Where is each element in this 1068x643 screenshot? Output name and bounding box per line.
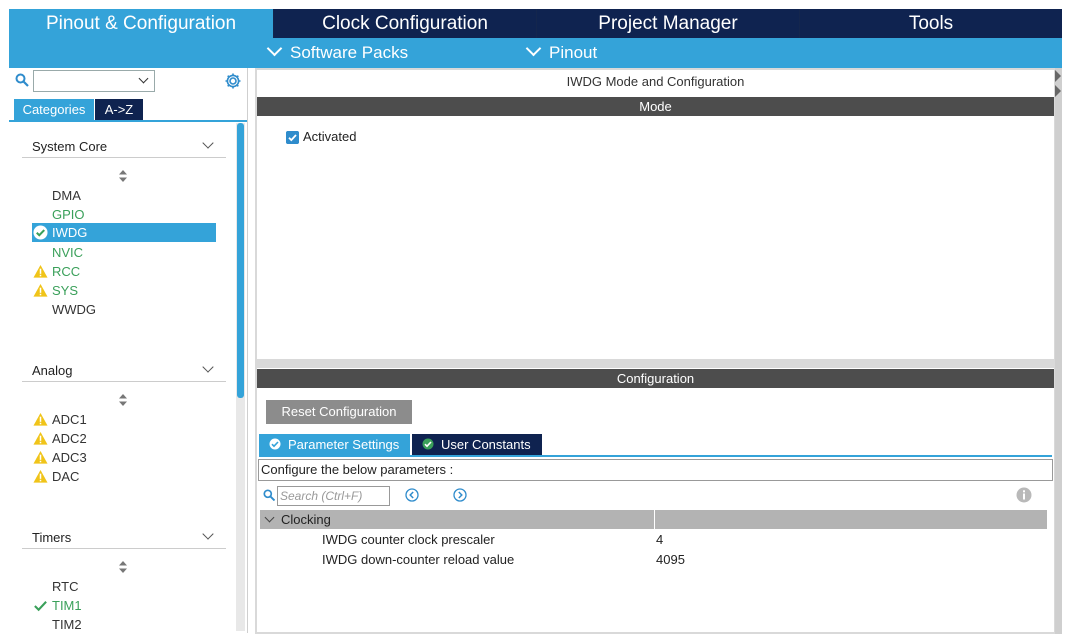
chevron-down-icon [264, 512, 275, 523]
pinout-label: Pinout [549, 43, 598, 62]
parameter-search-input[interactable]: Search (Ctrl+F) [277, 486, 390, 506]
gear-icon[interactable] [224, 72, 242, 90]
chevron-right-icon[interactable] [1055, 85, 1061, 97]
panel-title: IWDG Mode and Configuration [566, 74, 745, 89]
parameters-description: Configure the below parameters : [258, 459, 1053, 481]
top-tab-bar: Pinout & Configuration Clock Configurati… [9, 9, 1062, 38]
warning-icon [33, 450, 48, 464]
list-item-sys[interactable]: SYS [32, 281, 216, 300]
list-item-rcc[interactable]: RCC [32, 262, 216, 281]
param-value[interactable]: 4 [656, 530, 663, 550]
check-circle-icon [422, 438, 434, 450]
param-name: IWDG counter clock prescaler [322, 532, 495, 547]
info-icon[interactable] [1016, 487, 1032, 503]
tab-parameter-settings[interactable]: Parameter Settings [259, 434, 410, 455]
list-item-tim2[interactable]: TIM2 [32, 615, 216, 631]
list-item-dac[interactable]: DAC [32, 467, 216, 486]
chevron-down-icon [525, 40, 542, 57]
software-packs-label: Software Packs [290, 43, 409, 62]
software-packs-menu[interactable]: Software Packs [266, 38, 409, 68]
search-icon [263, 489, 275, 501]
tab-clock-configuration[interactable]: Clock Configuration [274, 9, 536, 38]
tab-user-constants[interactable]: User Constants [412, 434, 542, 455]
group-analog[interactable]: Analog [22, 361, 226, 382]
pinout-menu[interactable]: Pinout [525, 38, 598, 68]
check-circle-icon [269, 438, 281, 450]
list-item-tim1[interactable]: TIM1 [32, 596, 216, 615]
chevron-right-icon[interactable] [1055, 70, 1061, 82]
tab-project-manager[interactable]: Project Manager [537, 9, 799, 38]
list-item-adc3[interactable]: ADC3 [32, 448, 216, 467]
scrollbar-thumb[interactable] [237, 123, 244, 398]
reset-configuration-button[interactable]: Reset Configuration [266, 400, 412, 424]
chevron-down-icon [138, 73, 149, 84]
list-item-dma[interactable]: DMA [32, 186, 216, 205]
next-match-icon[interactable] [453, 488, 467, 502]
chevron-down-icon [202, 361, 214, 373]
previous-match-icon[interactable] [405, 488, 419, 502]
tab-pinout-configuration[interactable]: Pinout & Configuration [9, 9, 273, 38]
list-item-gpio[interactable]: GPIO [32, 205, 216, 224]
side-collapse-strip[interactable] [1055, 68, 1062, 634]
chevron-down-icon [202, 137, 214, 149]
tab-tools[interactable]: Tools [800, 9, 1062, 38]
chevron-down-icon [266, 40, 283, 57]
tab-underline [9, 120, 247, 122]
group-label: System Core [32, 139, 108, 154]
mode-header: Mode [257, 97, 1054, 116]
table-row[interactable]: IWDG counter clock prescaler 4 [260, 530, 1047, 550]
search-icon [15, 73, 29, 87]
warning-icon [33, 431, 48, 445]
sort-icon[interactable] [118, 394, 128, 406]
tab-categories[interactable]: Categories [14, 99, 94, 120]
warning-icon [33, 412, 48, 426]
column-divider [654, 510, 655, 529]
group-system-core[interactable]: System Core [22, 137, 226, 158]
group-row-clocking[interactable]: Clocking [260, 510, 1047, 529]
list-item-wwdg[interactable]: WWDG [32, 300, 216, 319]
check-circle-icon [33, 225, 48, 240]
sort-icon[interactable] [118, 170, 128, 182]
group-timers[interactable]: Timers [22, 528, 226, 549]
list-item-adc2[interactable]: ADC2 [32, 429, 216, 448]
group-label: Timers [32, 530, 72, 545]
configuration-header: Configuration [257, 369, 1054, 388]
list-item-rtc[interactable]: RTC [32, 577, 216, 596]
activated-label: Activated [303, 129, 357, 144]
warning-icon [33, 469, 48, 483]
warning-icon [33, 264, 48, 278]
sort-icon[interactable] [118, 561, 128, 573]
group-row-label: Clocking [281, 512, 331, 527]
activated-checkbox[interactable] [286, 131, 299, 144]
list-item-nvic[interactable]: NVIC [32, 243, 216, 262]
checkmark-icon [34, 601, 47, 612]
group-label: Analog [32, 363, 73, 378]
category-search-select[interactable] [33, 70, 155, 92]
tab-a-to-z[interactable]: A->Z [95, 99, 143, 120]
list-item-adc1[interactable]: ADC1 [32, 410, 216, 429]
chevron-down-icon [202, 528, 214, 540]
param-value[interactable]: 4095 [656, 550, 685, 570]
list-item-iwdg[interactable]: IWDG [32, 223, 216, 242]
param-name: IWDG down-counter reload value [322, 552, 515, 567]
warning-icon [33, 283, 48, 297]
sub-menu-bar: Software Packs Pinout [9, 38, 1062, 68]
table-row[interactable]: IWDG down-counter reload value 4095 [260, 550, 1047, 570]
tab-underline [259, 455, 1052, 457]
